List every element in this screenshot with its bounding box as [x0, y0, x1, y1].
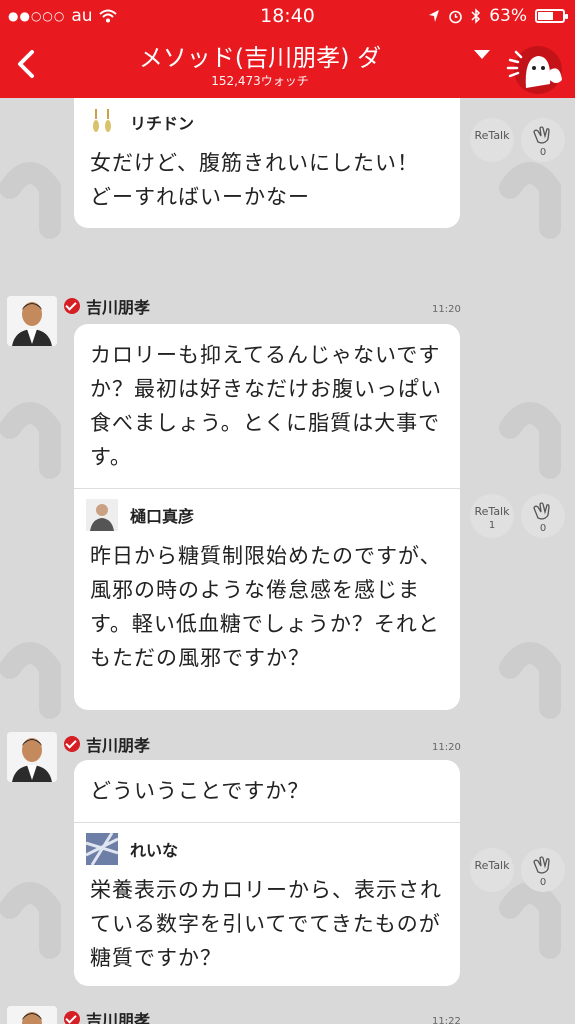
battery-icon: [535, 9, 568, 23]
quoted-user-name: リチドン: [130, 114, 195, 133]
sender-name: 吉川朋孝: [86, 298, 151, 317]
battery-percent: 63%: [489, 6, 527, 26]
sender-avatar[interactable]: [7, 296, 57, 346]
sender-row: 吉川朋孝: [64, 732, 150, 756]
message-time: 11:20: [432, 742, 461, 753]
quoted-message: れいな 栄養表示のカロリーから、表示されている数字を引いてでてきたものが糖質です…: [74, 822, 460, 986]
quoted-text: 昨日から糖質制限始めたのですが、風邪の時のような倦怠感を感じます。軽い低血糖でし…: [90, 544, 442, 670]
watch-count: 152,473ウォッチ: [211, 74, 309, 88]
man-portrait-icon: [7, 1006, 57, 1024]
back-chevron-icon[interactable]: [8, 42, 42, 86]
sender-avatar[interactable]: [7, 732, 57, 782]
user-portrait-icon: [86, 499, 118, 531]
verified-check-icon: [64, 298, 80, 314]
location-arrow-icon: [429, 10, 440, 22]
earrings-avatar-icon: [86, 106, 118, 138]
dropdown-caret-icon[interactable]: [474, 50, 490, 59]
quoted-user-name: 樋口真彦: [130, 507, 195, 526]
man-portrait-icon: [7, 732, 57, 782]
clap-button[interactable]: 0: [521, 494, 565, 538]
message-bubble[interactable]: どういうことですか？ れいな 栄養表示のカロリーから、表示されている数字を引いて…: [74, 760, 460, 986]
verified-check-icon: [64, 1011, 80, 1024]
quoted-message: 樋口真彦 昨日から糖質制限始めたのですが、風邪の時のような倦怠感を感じます。軽い…: [74, 488, 460, 689]
alarm-icon: [449, 10, 463, 23]
clap-count: 0: [539, 147, 547, 158]
retalk-button[interactable]: ReTalk 1: [470, 494, 514, 538]
status-right: 63%: [428, 6, 568, 26]
man-portrait-icon: [7, 296, 57, 346]
sender-name: 吉川朋孝: [86, 1011, 151, 1024]
message-text: カロリーも抑えてるんじゃないですか？最初は好きなだけお腹いっぱい食べましょう。と…: [90, 343, 442, 469]
sender-name: 吉川朋孝: [86, 736, 151, 755]
retalk-button[interactable]: ReTalk: [470, 118, 514, 162]
page-title[interactable]: メソッド(吉川朋孝) ダ: [80, 38, 440, 73]
mascot-menu-icon[interactable]: [504, 40, 566, 96]
message-time: 11:20: [432, 304, 461, 315]
quoted-user-name: れいな: [130, 841, 179, 860]
clap-icon: [533, 856, 550, 874]
quoted-text: 栄養表示のカロリーから、表示されている数字を引いてでてきたものが糖質ですか？: [90, 878, 442, 970]
message-bubble[interactable]: リチドン 女だけど、腹筋きれいにしたい！ どーすればいーかなー: [74, 98, 460, 228]
sender-row: 吉川朋孝: [64, 294, 150, 318]
clap-icon: [533, 126, 550, 144]
verified-check-icon: [64, 736, 80, 752]
message-text: どういうことですか？: [90, 779, 310, 803]
status-bar: ●●○○○ au 18:40 63%: [0, 0, 575, 32]
sender-avatar[interactable]: [7, 1006, 57, 1024]
clap-icon: [533, 502, 550, 520]
talk-timeline[interactable]: リチドン 女だけど、腹筋きれいにしたい！ どーすればいーかなー ReTalk 0…: [0, 98, 575, 1024]
nav-bar: メソッド(吉川朋孝) ダ 152,473ウォッチ: [0, 32, 575, 98]
retalk-button[interactable]: ReTalk: [470, 848, 514, 892]
clap-count: 0: [539, 523, 547, 534]
message-time: 11:22: [432, 1016, 461, 1024]
sender-row: 吉川朋孝: [64, 1007, 150, 1024]
retalk-count: 1: [488, 520, 496, 531]
bluetooth-icon: [471, 8, 481, 24]
denim-avatar-icon: [86, 833, 118, 865]
quoted-text: 女だけど、腹筋きれいにしたい！ どーすればいーかなー: [90, 151, 419, 209]
clap-button[interactable]: 0: [521, 848, 565, 892]
clap-count: 0: [539, 877, 547, 888]
clap-button[interactable]: 0: [521, 118, 565, 162]
quoted-message: リチドン 女だけど、腹筋きれいにしたい！ どーすればいーかなー: [74, 98, 460, 228]
message-bubble[interactable]: カロリーも抑えてるんじゃないですか？最初は好きなだけお腹いっぱい食べましょう。と…: [74, 324, 460, 710]
